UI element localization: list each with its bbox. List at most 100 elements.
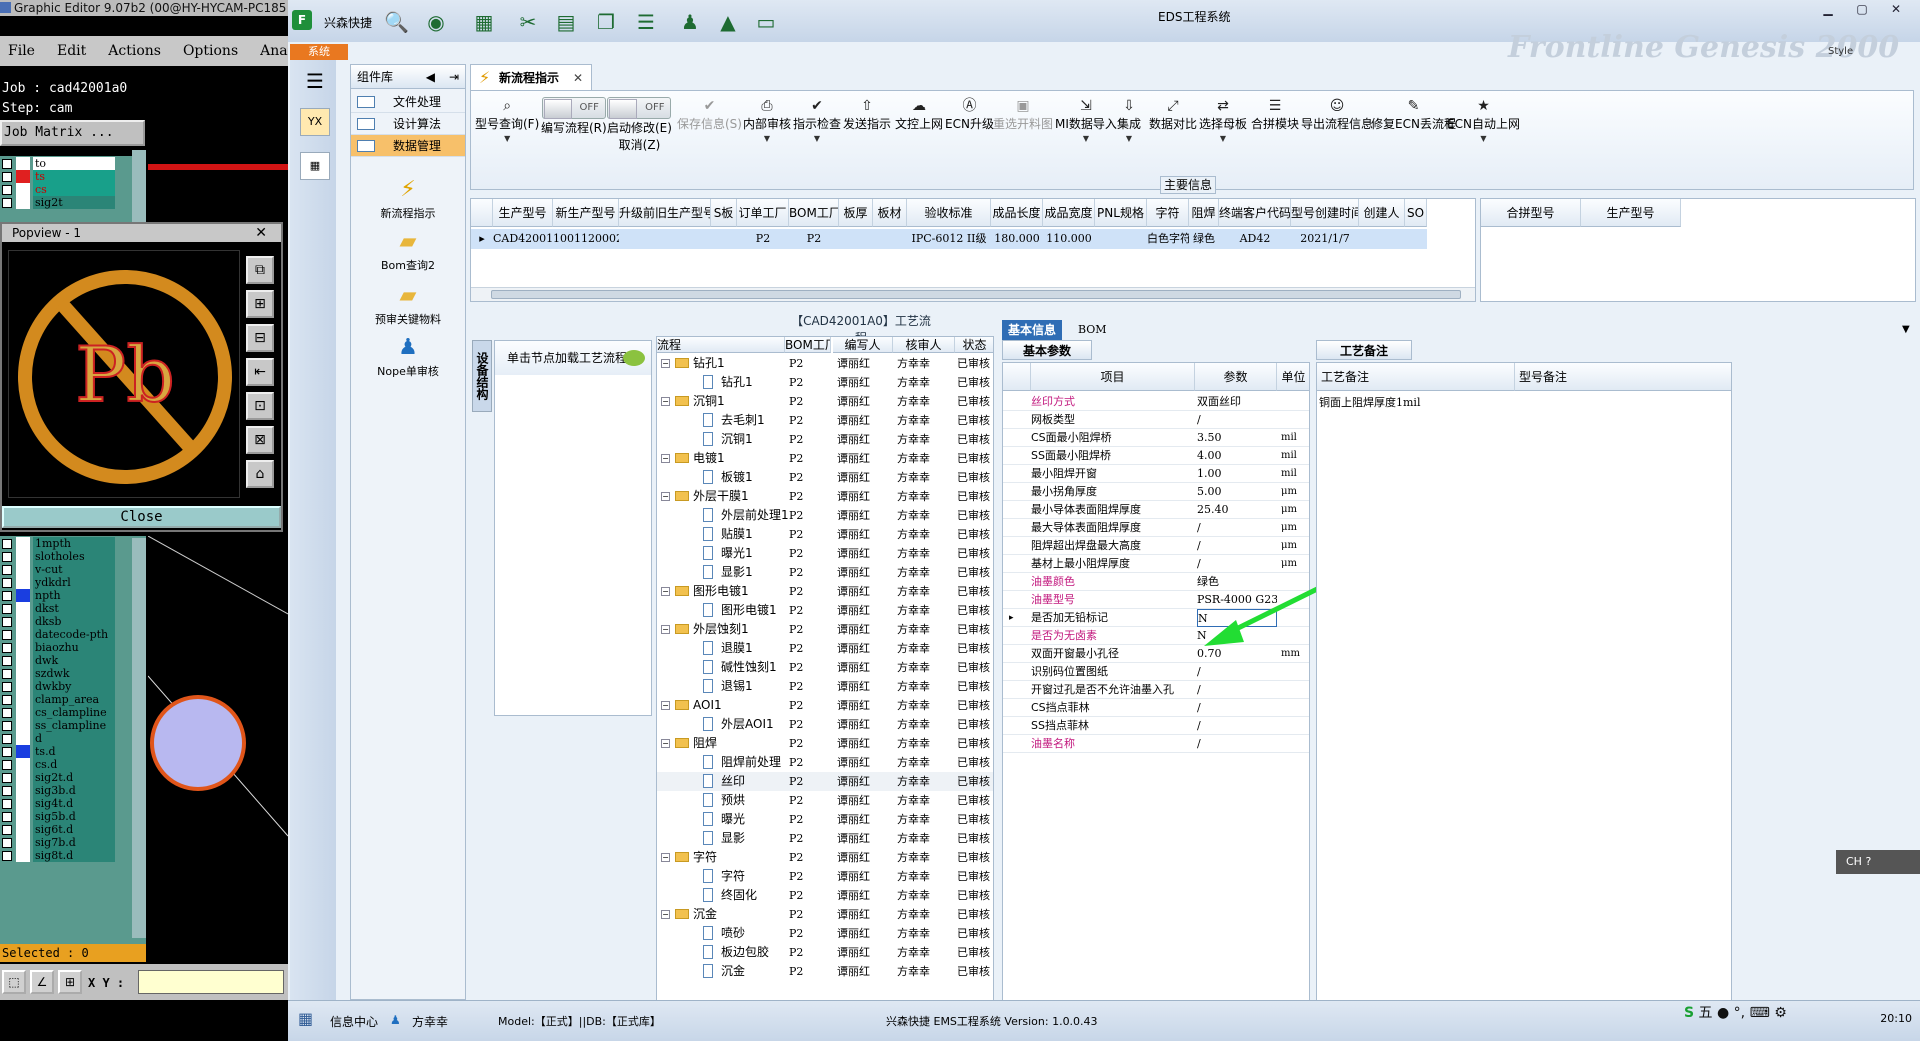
col-header[interactable]: 验收标准	[907, 199, 991, 227]
param-row[interactable]: 开窗过孔是否不允许油墨入孔 /	[1003, 681, 1309, 699]
col-header-combined-model[interactable]: 合拼型号	[1481, 199, 1581, 227]
xy-input[interactable]	[138, 970, 284, 994]
menu-actions[interactable]: Actions	[108, 43, 161, 59]
toggle-switch[interactable]: OFF	[541, 97, 606, 119]
param-value[interactable]: /	[1197, 411, 1277, 429]
collapse-toggle-icon[interactable]: −	[661, 739, 670, 748]
tree-row[interactable]: − 沉金 P2 谭丽红 方幸幸 已审核	[657, 905, 993, 924]
maximize-icon[interactable]: ▢	[1850, 2, 1874, 18]
component-design-algorithm[interactable]: 设计算法	[351, 113, 465, 135]
redraw-icon[interactable]: ⊡	[246, 392, 274, 420]
param-row[interactable]: SS挡点菲林 /	[1003, 717, 1309, 735]
zoom-out-icon[interactable]: ⊟	[246, 324, 274, 352]
ribbon-button-16[interactable]: ✎ 修复ECN丢流程	[1371, 97, 1456, 167]
param-row[interactable]: 最小拐角厚度 5.00 μm	[1003, 483, 1309, 501]
col-header[interactable]: 板厚	[839, 199, 873, 227]
sogou-ime-icon[interactable]: S	[1684, 1005, 1694, 1021]
dropdown-arrow-icon[interactable]: ▼	[1447, 134, 1520, 143]
ribbon-button-7[interactable]: ☁ 文控上网	[895, 97, 943, 167]
col-header[interactable]: 型号创建时间	[1291, 199, 1359, 227]
chart-icon[interactable]: ▲	[716, 10, 740, 34]
main-grid-cell[interactable]: 110.000	[1043, 229, 1095, 249]
tree-row[interactable]: 显影1 P2 谭丽红 方幸幸 已审核	[657, 563, 993, 582]
param-value[interactable]: 4.00	[1197, 447, 1277, 465]
job-matrix-button[interactable]: Job Matrix ...	[0, 120, 145, 146]
tree-row[interactable]: 沉铜1 P2 谭丽红 方幸幸 已审核	[657, 430, 993, 449]
layer-checkbox[interactable]	[2, 721, 12, 731]
zoom-window-icon[interactable]: ⊠	[246, 426, 274, 454]
tree-row[interactable]: − 外层干膜1 P2 谭丽红 方幸幸 已审核	[657, 487, 993, 506]
param-value[interactable]: /	[1197, 735, 1277, 753]
ribbon-button-10[interactable]: ⇲ MI数据导入 ▼	[1055, 97, 1117, 167]
main-grid-cell[interactable]: P2	[789, 229, 839, 249]
layer-checkbox[interactable]	[2, 708, 12, 718]
hamburger-menu-icon[interactable]: ☰	[300, 68, 330, 96]
param-value[interactable]: /	[1197, 699, 1277, 717]
collapse-toggle-icon[interactable]: −	[661, 587, 670, 596]
tree-col-header[interactable]: 流程	[657, 337, 785, 353]
scissors-icon[interactable]: ✂	[516, 10, 540, 34]
collapse-toggle-icon[interactable]: −	[661, 701, 670, 710]
layer-scrollbar-bottom[interactable]	[132, 538, 146, 938]
layer-checkbox[interactable]	[2, 669, 12, 679]
tree-row[interactable]: − 钻孔1 P2 谭丽红 方幸幸 已审核	[657, 354, 993, 373]
tree-row[interactable]: 退膜1 P2 谭丽红 方幸幸 已审核	[657, 639, 993, 658]
layer-color-swatch[interactable]	[16, 196, 30, 209]
main-grid-cell[interactable]: 180.000	[991, 229, 1043, 249]
ribbon-button-12[interactable]: ⤢ 数据对比	[1149, 97, 1197, 167]
main-grid-cell[interactable]: P2	[737, 229, 789, 249]
tree-row[interactable]: 去毛刺1 P2 谭丽红 方幸幸 已审核	[657, 411, 993, 430]
list-icon[interactable]: ☰	[634, 10, 658, 34]
col-header-param[interactable]: 参数	[1195, 363, 1277, 391]
yx-module-icon[interactable]: YX	[300, 108, 330, 136]
dropdown-arrow-icon[interactable]: ▼	[743, 134, 791, 143]
tree-row[interactable]: 碱性蚀刻1 P2 谭丽红 方幸幸 已审核	[657, 658, 993, 677]
tab-basic-info[interactable]: 基本信息	[1002, 320, 1063, 340]
popview-close-icon[interactable]: ✕	[255, 224, 267, 242]
user-icon[interactable]: ♟	[678, 10, 702, 34]
tree-row[interactable]: − 阻焊 P2 谭丽红 方幸幸 已审核	[657, 734, 993, 753]
param-value[interactable]: /	[1197, 519, 1277, 537]
ribbon-button-5[interactable]: ✔ 指示检查 ▼	[793, 97, 841, 167]
layer-row[interactable]: sig8t.d	[0, 848, 146, 863]
ribbon-button-15[interactable]: ☺ 导出流程信息	[1301, 97, 1373, 167]
layer-checkbox[interactable]	[2, 172, 12, 182]
menu-options[interactable]: Options	[183, 43, 238, 59]
scroll-thumb[interactable]	[491, 290, 1461, 299]
layer-checkbox[interactable]	[2, 773, 12, 783]
layer-color-swatch[interactable]	[16, 849, 30, 862]
tree-row[interactable]: − 字符 P2 谭丽红 方幸幸 已审核	[657, 848, 993, 867]
layer-scrollbar-top[interactable]	[132, 150, 146, 230]
minimize-icon[interactable]: ▁	[1816, 2, 1840, 18]
tree-row[interactable]: 字符 P2 谭丽红 方幸幸 已审核	[657, 867, 993, 886]
layer-checkbox[interactable]	[2, 159, 12, 169]
ribbon-button-11[interactable]: ⇩ 集成 ▼	[1117, 97, 1141, 167]
tree-row[interactable]: 贴膜1 P2 谭丽红 方幸幸 已审核	[657, 525, 993, 544]
col-header-item[interactable]: 项目	[1031, 363, 1195, 391]
ribbon-button-0[interactable]: ⌕ 型号查询(F) ▼	[475, 97, 539, 167]
ribbon-button-9[interactable]: ▣ 重选开料图	[993, 97, 1053, 167]
tree-row[interactable]: 终固化 P2 谭丽红 方幸幸 已审核	[657, 886, 993, 905]
collapse-toggle-icon[interactable]: −	[661, 454, 670, 463]
main-grid-cell[interactable]: 10011200021452	[553, 229, 619, 249]
tree-row[interactable]: − 图形电镀1 P2 谭丽红 方幸幸 已审核	[657, 582, 993, 601]
menu-file[interactable]: File	[8, 43, 35, 59]
copy-icon[interactable]: ❐	[594, 10, 618, 34]
main-grid-cell[interactable]	[711, 229, 737, 249]
grid-tool-icon[interactable]: ⊞	[58, 970, 82, 994]
cam-graphics-canvas[interactable]	[147, 535, 288, 946]
collapse-toggle-icon[interactable]: −	[661, 910, 670, 919]
zoom-fit-icon[interactable]: ⧉	[246, 256, 274, 284]
col-header-unit[interactable]: 单位	[1277, 363, 1309, 391]
home-icon[interactable]: ⌂	[246, 460, 274, 488]
dropdown-arrow-icon[interactable]: ▼	[1199, 134, 1247, 143]
popview-close-button[interactable]: Close	[2, 506, 281, 528]
param-row[interactable]: 最小阻焊开窗 1.00 mil	[1003, 465, 1309, 483]
tool-key-materials[interactable]: ▰ 预审关键物料	[351, 283, 465, 327]
system-tab[interactable]: 系统	[290, 44, 348, 60]
component-file-processing[interactable]: 文件处理	[351, 91, 465, 113]
help-icon[interactable]: ?	[1865, 855, 1871, 868]
tree-row[interactable]: − 电镀1 P2 谭丽红 方幸幸 已审核	[657, 449, 993, 468]
layer-checkbox[interactable]	[2, 198, 12, 208]
chat-bubble-icon[interactable]	[623, 350, 645, 366]
